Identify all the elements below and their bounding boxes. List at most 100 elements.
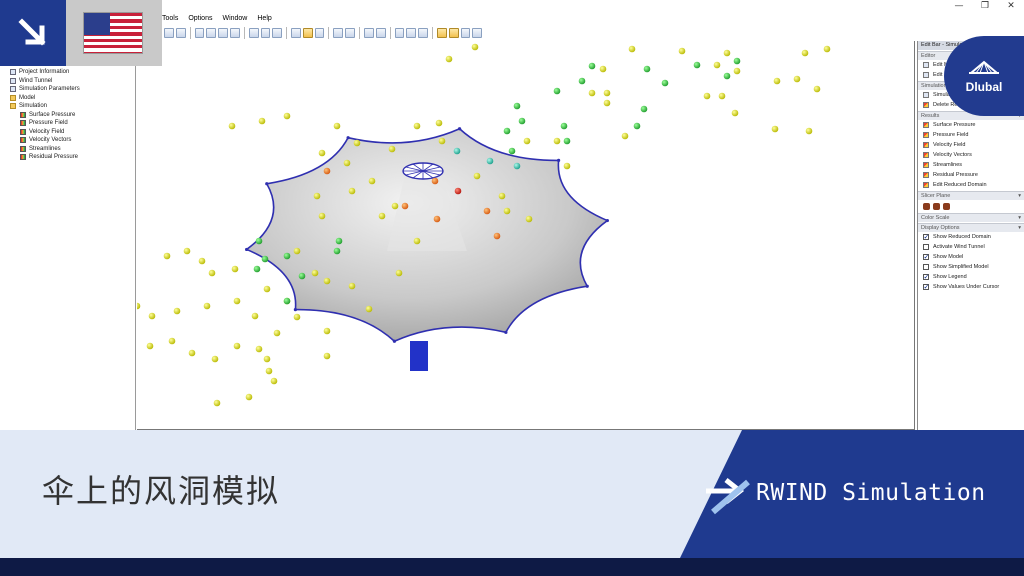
toolbar-button[interactable] bbox=[472, 28, 483, 38]
flow-particle-yellow bbox=[553, 137, 561, 145]
minimize-button[interactable]: — bbox=[946, 0, 972, 12]
toolbar-button[interactable] bbox=[164, 28, 174, 38]
collapse-icon[interactable]: ▾ bbox=[1018, 214, 1021, 222]
toolbar-button[interactable] bbox=[375, 28, 386, 38]
checkbox[interactable] bbox=[923, 272, 929, 282]
tree-item[interactable]: Project Information bbox=[10, 68, 135, 77]
toolbar-button-active[interactable] bbox=[448, 28, 459, 38]
option-label: Show Legend bbox=[933, 274, 967, 280]
menu-window[interactable]: Window bbox=[222, 13, 247, 25]
tree-item[interactable]: Surface Pressure bbox=[10, 111, 135, 120]
toolbar-button-active[interactable] bbox=[436, 28, 447, 38]
flow-particle-yellow bbox=[718, 92, 726, 100]
toolbar-button[interactable] bbox=[218, 28, 228, 38]
project-navigator: Project Information Wind Tunnel Simulation… bbox=[0, 66, 136, 430]
flow-particle-yellow bbox=[603, 89, 611, 97]
canopy-node bbox=[585, 284, 589, 288]
checkbox[interactable] bbox=[923, 264, 929, 270]
flow-particle-yellow bbox=[823, 45, 831, 53]
flow-particle-yellow bbox=[333, 122, 341, 130]
toolbar-button[interactable] bbox=[175, 28, 186, 38]
display-option[interactable]: Show Legend bbox=[918, 272, 1024, 282]
checkbox[interactable] bbox=[923, 232, 929, 242]
menu-help[interactable]: Help bbox=[257, 13, 271, 25]
menu-options[interactable]: Options bbox=[188, 13, 212, 25]
checkbox[interactable] bbox=[923, 282, 929, 292]
section-display-options[interactable]: Display Options ▾ bbox=[918, 223, 1024, 232]
display-option[interactable]: Activate Wind Tunnel bbox=[918, 242, 1024, 252]
tree-item[interactable]: Model bbox=[10, 94, 135, 103]
toolbar-button[interactable] bbox=[248, 28, 259, 38]
result-item[interactable]: Velocity Vectors bbox=[918, 150, 1024, 160]
canopy-node bbox=[346, 136, 350, 140]
slicer-z-icon[interactable] bbox=[943, 202, 950, 210]
display-option[interactable]: Show Reduced Domain bbox=[918, 232, 1024, 242]
result-item[interactable]: Residual Pressure bbox=[918, 170, 1024, 180]
flow-particle-yellow bbox=[733, 67, 741, 75]
3d-viewport[interactable] bbox=[137, 41, 915, 430]
canopy-node bbox=[245, 247, 249, 252]
restore-button[interactable]: ❐ bbox=[972, 0, 998, 12]
flow-particle-yellow bbox=[603, 99, 611, 107]
toolbar-button[interactable] bbox=[418, 28, 428, 38]
tree-item[interactable]: Simulation bbox=[10, 102, 135, 111]
result-item[interactable]: Surface Pressure bbox=[918, 120, 1024, 130]
toolbar-button[interactable] bbox=[229, 28, 240, 38]
toolbar-button[interactable] bbox=[260, 28, 271, 38]
tree-item[interactable]: Streamlines bbox=[10, 145, 135, 154]
flow-particle-green bbox=[333, 247, 341, 255]
display-option[interactable]: Show Values Under Cursor bbox=[918, 282, 1024, 292]
collapse-icon[interactable]: ▾ bbox=[1018, 224, 1021, 232]
menu-tools[interactable]: Tools bbox=[162, 13, 178, 25]
flow-particle-yellow bbox=[233, 342, 241, 350]
item-label: Velocity Vectors bbox=[933, 152, 972, 158]
us-flag-icon[interactable] bbox=[83, 12, 143, 54]
toolbar-button[interactable] bbox=[272, 28, 283, 38]
canopy-node bbox=[392, 339, 397, 343]
slicer-y-icon[interactable] bbox=[933, 202, 940, 210]
flow-particle-cyan bbox=[513, 162, 521, 170]
results-list: Surface Pressure Pressure Field Velocity F… bbox=[918, 120, 1024, 190]
tree-item[interactable]: Pressure Field bbox=[10, 119, 135, 128]
toolbar-button[interactable] bbox=[206, 28, 217, 38]
result-item[interactable]: Velocity Field bbox=[918, 140, 1024, 150]
arrow-tile[interactable] bbox=[0, 0, 66, 66]
toolbar-button[interactable] bbox=[194, 28, 205, 38]
collapse-icon[interactable]: ▾ bbox=[1018, 192, 1021, 200]
toolbar-button-active[interactable] bbox=[302, 28, 313, 38]
toolbar-button[interactable] bbox=[364, 28, 374, 38]
flow-particle-yellow bbox=[353, 139, 361, 147]
display-option[interactable]: Show Model bbox=[918, 252, 1024, 262]
flow-particle-yellow bbox=[163, 252, 171, 260]
document-icon bbox=[10, 69, 16, 76]
toolbar-button[interactable] bbox=[345, 28, 356, 38]
toolbar-button[interactable] bbox=[333, 28, 344, 38]
tree-item[interactable]: Wind Tunnel bbox=[10, 77, 135, 86]
slicer-x-icon[interactable] bbox=[923, 202, 930, 210]
section-slicer-plane[interactable]: Slicer Plane ▾ bbox=[918, 191, 1024, 200]
section-label: Simulation bbox=[921, 83, 947, 89]
document-icon bbox=[10, 86, 16, 93]
tree-item[interactable]: Simulation Parameters bbox=[10, 85, 135, 94]
tree-item[interactable]: Residual Pressure bbox=[10, 153, 135, 162]
brand-name: Dlubal bbox=[965, 79, 1003, 94]
result-item[interactable]: Edit Reduced Domain bbox=[918, 180, 1024, 190]
section-label: Color Scale bbox=[921, 215, 950, 221]
toolbar-button[interactable] bbox=[291, 28, 301, 38]
toolbar-button[interactable] bbox=[406, 28, 417, 38]
flow-particle-green bbox=[518, 117, 526, 125]
close-button[interactable]: ✕ bbox=[998, 0, 1024, 12]
result-type-icon bbox=[923, 152, 929, 158]
display-option[interactable]: Show Simplified Model bbox=[918, 262, 1024, 272]
result-item[interactable]: Streamlines bbox=[918, 160, 1024, 170]
flow-particle-green bbox=[693, 61, 701, 69]
section-color-scale[interactable]: Color Scale ▾ bbox=[918, 213, 1024, 222]
tree-item[interactable]: Velocity Field bbox=[10, 128, 135, 137]
checkbox[interactable] bbox=[923, 244, 929, 250]
toolbar-button[interactable] bbox=[394, 28, 405, 38]
tree-item[interactable]: Velocity Vectors bbox=[10, 136, 135, 145]
checkbox[interactable] bbox=[923, 252, 929, 262]
toolbar-button[interactable] bbox=[460, 28, 471, 38]
toolbar-button[interactable] bbox=[314, 28, 325, 38]
result-item[interactable]: Pressure Field bbox=[918, 130, 1024, 140]
